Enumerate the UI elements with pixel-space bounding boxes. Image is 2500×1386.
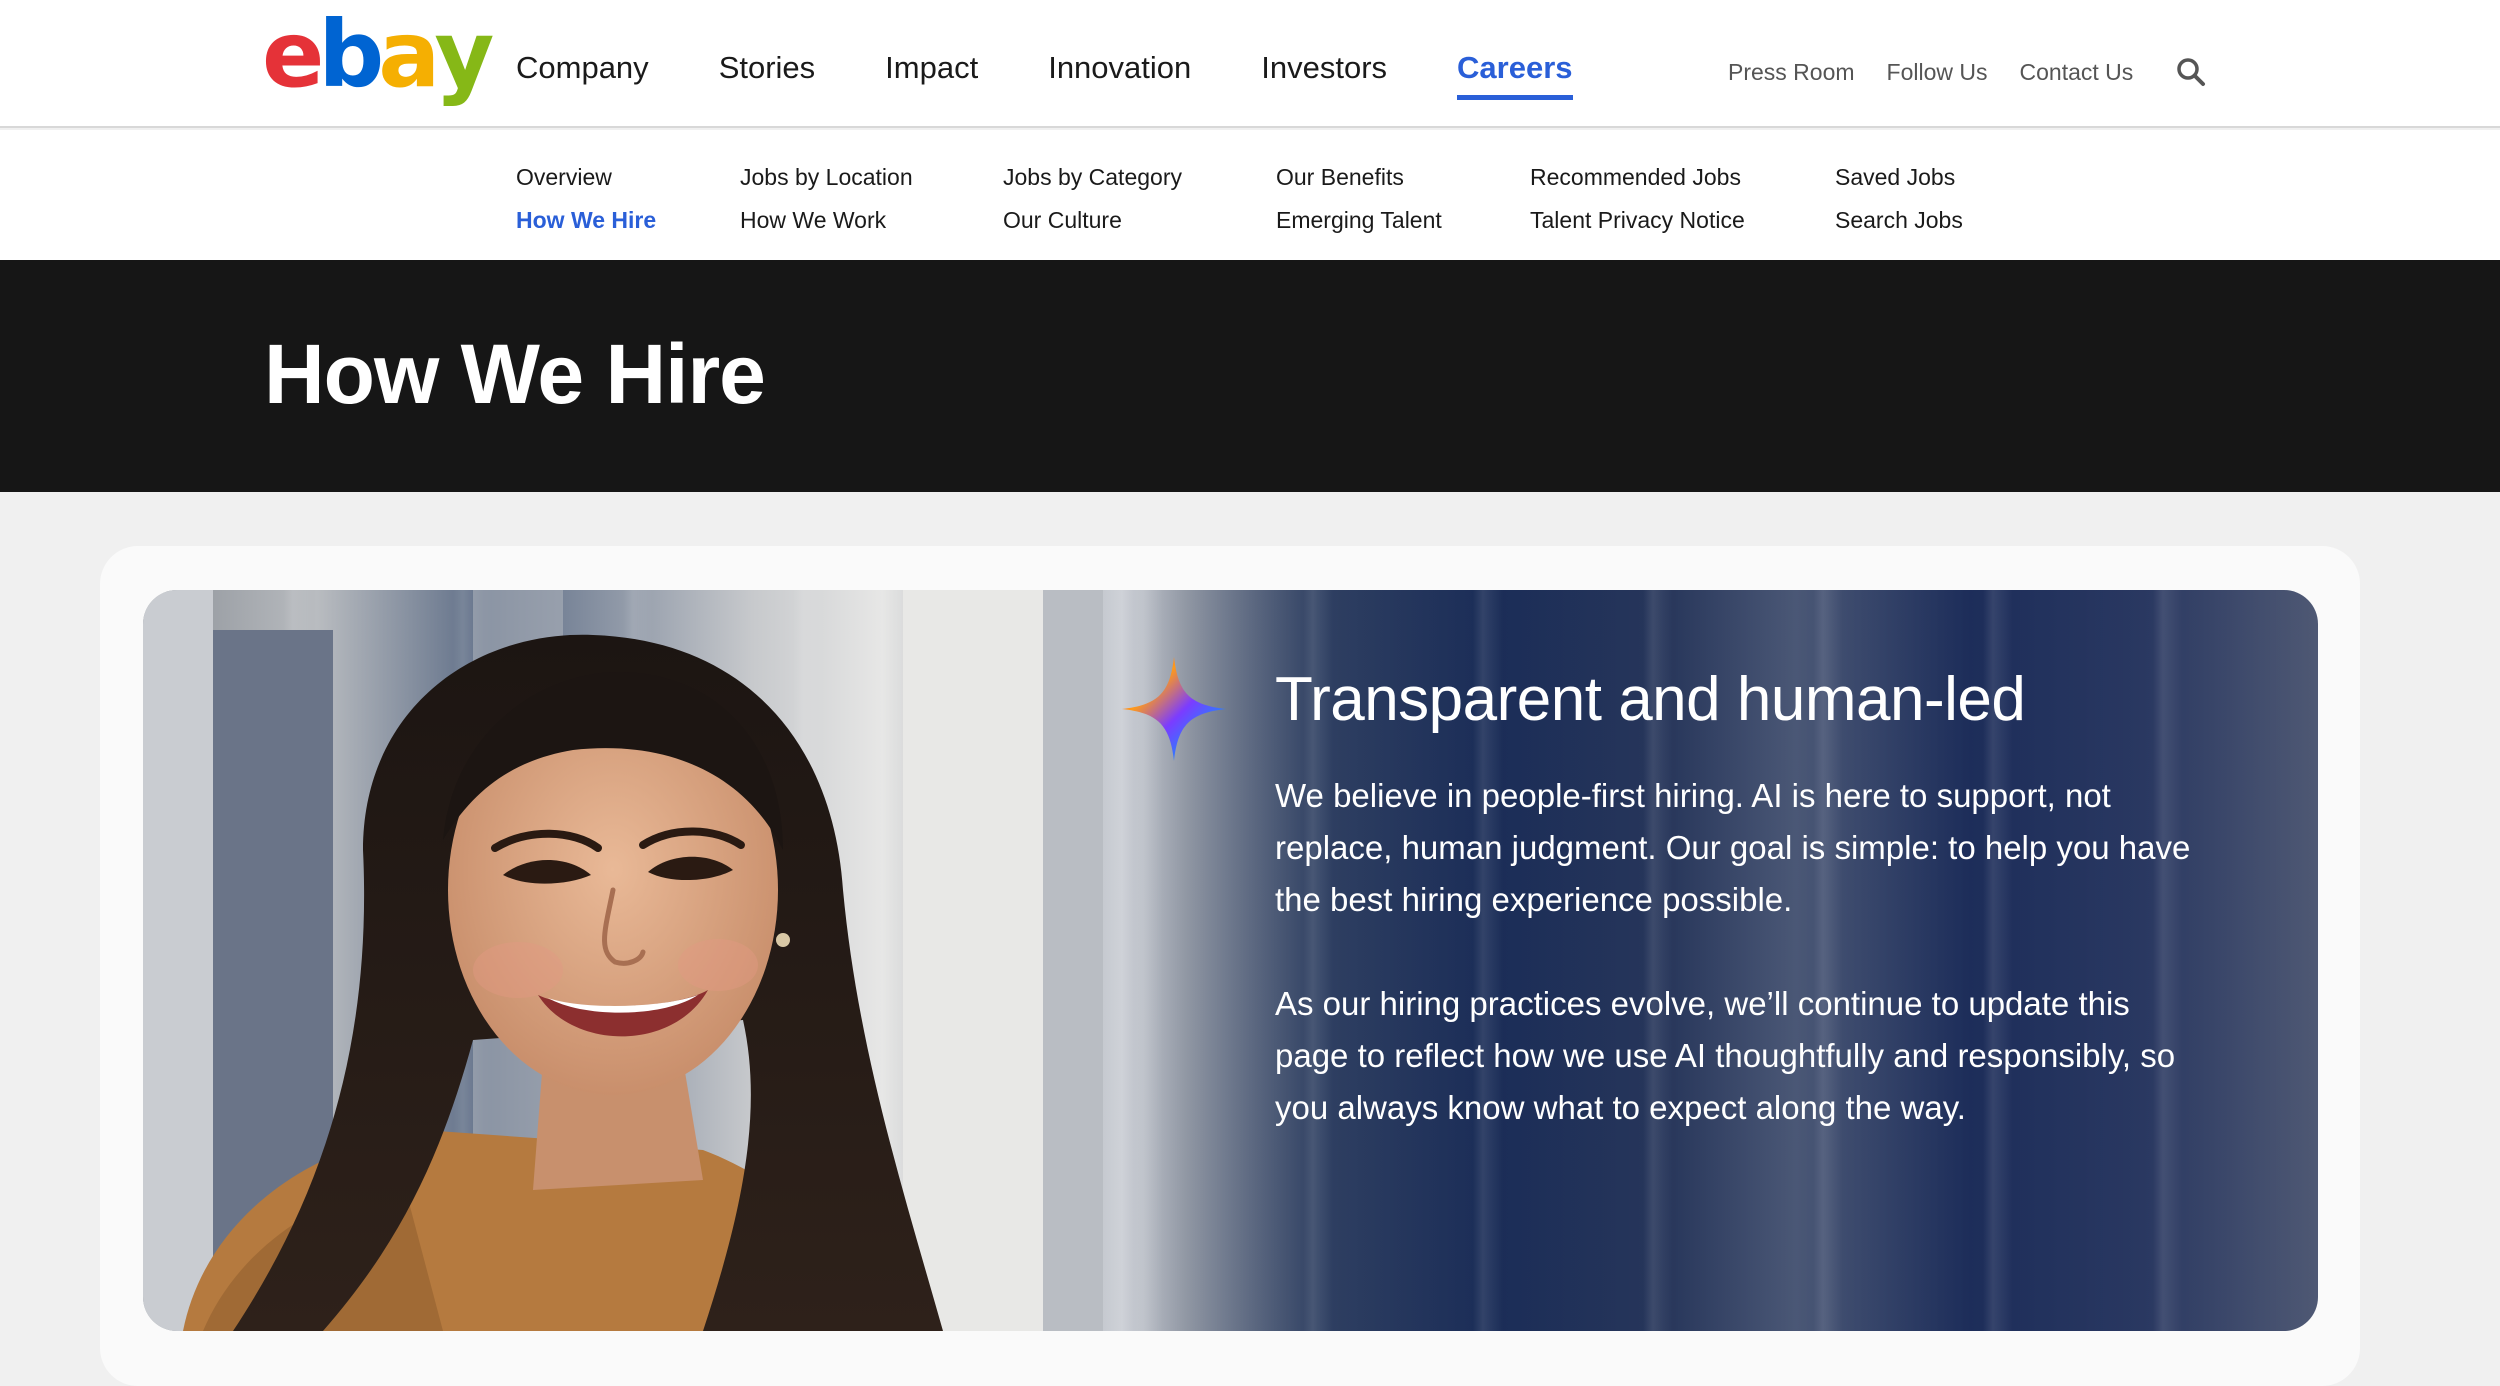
util-contact-us[interactable]: Contact Us (2020, 59, 2134, 86)
nav-impact[interactable]: Impact (885, 38, 978, 98)
nav-careers[interactable]: Careers (1457, 38, 1574, 100)
subnav-talent-privacy-notice[interactable]: Talent Privacy Notice (1530, 199, 1745, 242)
logo-letter-e: e (262, 1, 324, 108)
subnav-how-we-hire[interactable]: How We Hire (516, 199, 656, 242)
nav-innovation[interactable]: Innovation (1048, 38, 1191, 98)
nav-company[interactable]: Company (516, 38, 649, 98)
logo-letter-a: a (378, 1, 440, 108)
subnav-column: Our Benefits Emerging Talent (1276, 156, 1442, 242)
subnav-column: Saved Jobs Search Jobs (1835, 156, 1963, 242)
subnav-column: Jobs by Category Our Culture (1003, 156, 1182, 242)
subnav-saved-jobs[interactable]: Saved Jobs (1835, 156, 1963, 199)
sparkle-icon (1122, 657, 1226, 761)
page-hero: How We Hire (0, 260, 2500, 492)
subnav-column: Overview How We Hire (516, 156, 656, 242)
nav-stories[interactable]: Stories (719, 38, 815, 98)
page-title: How We Hire (264, 327, 766, 421)
util-follow-us[interactable]: Follow Us (1887, 59, 1988, 86)
careers-subnav: Overview How We Hire Jobs by Location Ho… (0, 130, 2500, 260)
person-photo (143, 590, 1103, 1331)
subnav-jobs-by-category[interactable]: Jobs by Category (1003, 156, 1182, 199)
subnav-emerging-talent[interactable]: Emerging Talent (1276, 199, 1442, 242)
subnav-column: Jobs by Location How We Work (740, 156, 913, 242)
subnav-how-we-work[interactable]: How We Work (740, 199, 913, 242)
site-header: ebay Company Stories Impact Innovation I… (0, 0, 2500, 128)
subnav-jobs-by-location[interactable]: Jobs by Location (740, 156, 913, 199)
util-press-room[interactable]: Press Room (1728, 59, 1855, 86)
feature-heading: Transparent and human-led (1275, 665, 2026, 734)
logo-letter-y: y (434, 1, 494, 108)
feature-banner: Transparent and human-led We believe in … (143, 590, 2318, 1331)
main-nav: Company Stories Impact Innovation Invest… (516, 38, 1643, 100)
feature-paragraph: We believe in people-first hiring. AI is… (1275, 777, 2191, 918)
feature-text: Transparent and human-led We believe in … (1233, 660, 2233, 1134)
subnav-column: Recommended Jobs Talent Privacy Notice (1530, 156, 1745, 242)
subnav-our-benefits[interactable]: Our Benefits (1276, 156, 1442, 199)
subnav-overview[interactable]: Overview (516, 156, 656, 199)
subnav-search-jobs[interactable]: Search Jobs (1835, 199, 1963, 242)
search-icon[interactable] (2173, 54, 2209, 90)
subnav-our-culture[interactable]: Our Culture (1003, 199, 1182, 242)
nav-investors[interactable]: Investors (1261, 38, 1387, 98)
utility-nav: Press Room Follow Us Contact Us (1728, 52, 2209, 92)
feature-paragraph: As our hiring practices evolve, we’ll co… (1275, 985, 2176, 1126)
logo-letter-b: b (318, 1, 384, 108)
subnav-recommended-jobs[interactable]: Recommended Jobs (1530, 156, 1745, 199)
ebay-logo[interactable]: ebay (262, 1, 494, 108)
